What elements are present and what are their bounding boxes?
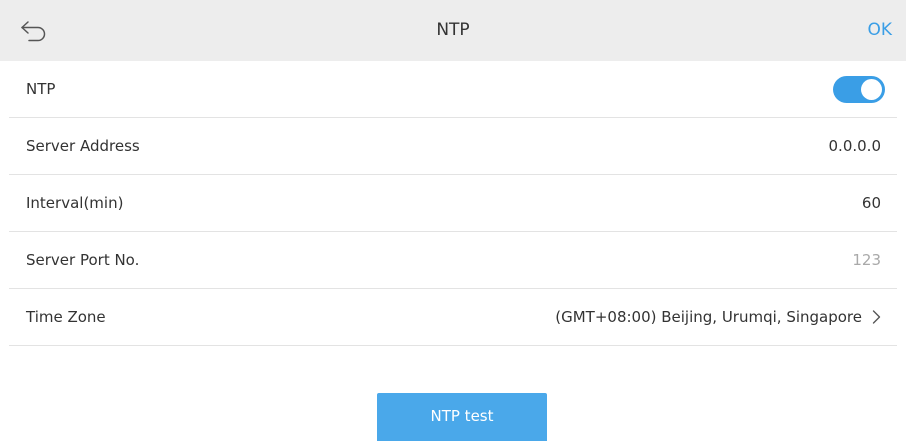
time-zone-value-wrap: (GMT+08:00) Beijing, Urumqi, Singapore [555,308,897,326]
ntp-test-button[interactable]: NTP test [377,393,547,441]
ntp-label: NTP [26,80,56,98]
settings-list: NTP Server Address 0.0.0.0 Interval(min)… [9,61,897,346]
toggle-knob [861,78,882,100]
interval-label: Interval(min) [26,194,124,212]
back-arrow-icon [21,21,46,42]
server-address-row[interactable]: Server Address 0.0.0.0 [9,118,897,175]
ok-button[interactable]: OK [867,0,892,61]
server-port-label: Server Port No. [26,251,140,269]
ntp-settings-screen: NTP OK NTP Server Address 0.0.0.0 Interv… [0,0,906,441]
server-address-label: Server Address [26,137,140,155]
time-zone-row[interactable]: Time Zone (GMT+08:00) Beijing, Urumqi, S… [9,289,897,346]
header-bar: NTP OK [0,0,906,61]
back-button[interactable] [14,14,54,48]
time-zone-value: (GMT+08:00) Beijing, Urumqi, Singapore [555,308,862,326]
server-port-row: Server Port No. 123 [9,232,897,289]
time-zone-label: Time Zone [26,308,106,326]
ntp-toggle-row: NTP [9,61,897,118]
server-address-value: 0.0.0.0 [828,137,881,155]
ntp-toggle[interactable] [833,75,885,103]
page-title: NTP [436,20,470,40]
interval-value: 60 [861,194,881,212]
interval-row[interactable]: Interval(min) 60 [9,175,897,232]
chevron-right-icon [872,310,881,324]
server-port-value: 123 [852,251,881,269]
